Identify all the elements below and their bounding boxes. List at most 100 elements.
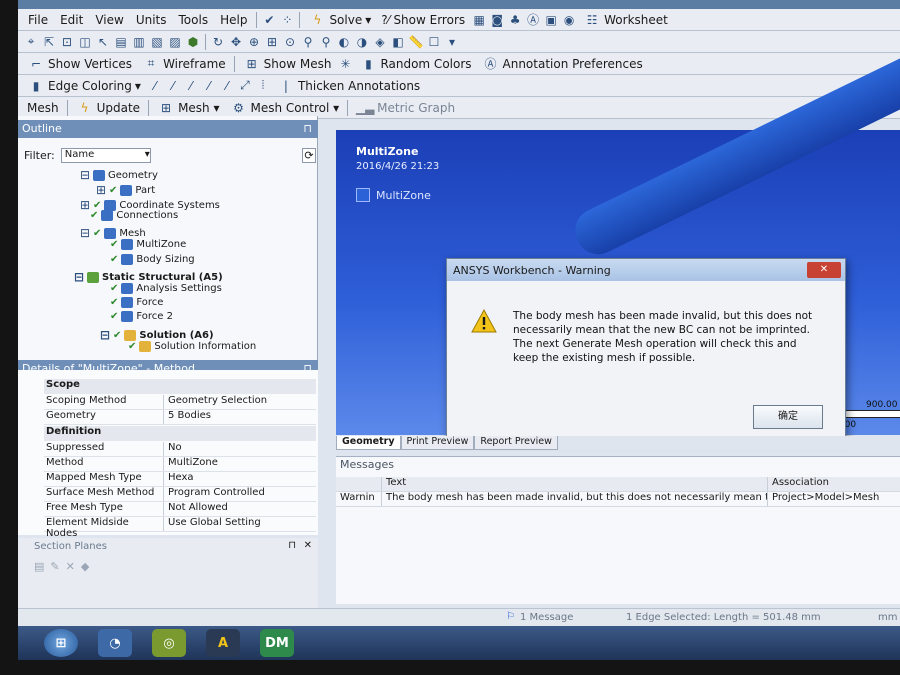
pin-icon[interactable]: ⊓: [303, 120, 312, 138]
tree-item-force[interactable]: ✔ Force: [110, 297, 163, 308]
explode-icon[interactable]: ✳: [336, 55, 354, 73]
zoom-fit-icon[interactable]: ⊙: [281, 33, 299, 51]
mesh-menu-button[interactable]: ⊞ Mesh ▾: [152, 98, 224, 118]
face-select-icon[interactable]: ▥: [130, 33, 148, 51]
zoom-box-icon[interactable]: ⊞: [263, 33, 281, 51]
pointer-icon[interactable]: ↖: [94, 33, 112, 51]
tab-report-preview[interactable]: Report Preview: [474, 436, 558, 450]
taskbar-ansys-icon[interactable]: A: [206, 629, 240, 657]
menu-view[interactable]: View: [89, 13, 129, 27]
window-frame-icon[interactable]: ☐: [425, 33, 443, 51]
annotation-preferences-button[interactable]: Ⓐ Annotation Preferences: [477, 54, 648, 74]
extend-icon[interactable]: ▨: [166, 33, 184, 51]
solve-button[interactable]: ϟ Solve ▾: [303, 10, 376, 30]
taskbar-media-icon[interactable]: ◎: [152, 629, 186, 657]
view-options-icon[interactable]: ◧: [389, 33, 407, 51]
show-plane-icon[interactable]: ◆: [81, 560, 89, 573]
wizard-icon[interactable]: ◉: [560, 11, 578, 29]
mesh-control-button[interactable]: ⚙ Mesh Control ▾: [225, 98, 345, 118]
start-button[interactable]: ⊞: [44, 629, 78, 657]
details-group-definition[interactable]: Definition: [44, 426, 316, 441]
edge-style-4-icon[interactable]: ⁄: [200, 77, 218, 95]
select-point-icon[interactable]: ⌖: [22, 33, 40, 51]
pin-icon[interactable]: ⤢: [236, 77, 254, 95]
worksheet-button[interactable]: ☷ Worksheet: [578, 10, 673, 30]
taskbar-explorer-icon[interactable]: ◔: [98, 629, 132, 657]
window-icon[interactable]: ▣: [542, 11, 560, 29]
menu-file[interactable]: File: [22, 13, 54, 27]
dialog-title-bar[interactable]: ANSYS Workbench - Warning ✕: [447, 259, 845, 281]
status-messages[interactable]: 1 Message: [520, 612, 573, 623]
messages-col-text[interactable]: Text: [382, 477, 768, 491]
edge-select-icon[interactable]: ◫: [76, 33, 94, 51]
thicken-annotations-button[interactable]: | Thicken Annotations: [272, 76, 425, 96]
next-view-icon[interactable]: ◑: [353, 33, 371, 51]
show-errors-button[interactable]: ?⁄ Show Errors: [376, 10, 470, 30]
tab-print-preview[interactable]: Print Preview: [400, 436, 475, 450]
pin-icon[interactable]: ⊓: [288, 540, 296, 551]
filter-refresh-icon[interactable]: ⟳: [302, 147, 316, 163]
edge-style-5-icon[interactable]: ⁄: [218, 77, 236, 95]
details-row-surface-mesh-method[interactable]: Surface Mesh Method Program Controlled: [44, 487, 316, 502]
menu-help[interactable]: Help: [214, 13, 253, 27]
ok-button[interactable]: 确定: [753, 405, 823, 429]
metric-graph-button[interactable]: ▁▃ Metric Graph: [351, 98, 460, 118]
details-group-scope[interactable]: Scope: [44, 379, 316, 394]
details-row-free-mesh-type[interactable]: Free Mesh Type Not Allowed: [44, 502, 316, 517]
show-mesh-button[interactable]: ⊞ Show Mesh: [238, 54, 337, 74]
grid-icon[interactable]: ▦: [470, 11, 488, 29]
node-icon[interactable]: ♣: [506, 11, 524, 29]
tab-geometry[interactable]: Geometry: [336, 436, 401, 450]
details-row-method[interactable]: Method MultiZone: [44, 457, 316, 472]
previous-view-icon[interactable]: ◐: [335, 33, 353, 51]
expand-icon[interactable]: ⊞: [80, 196, 90, 214]
select-mode-icon[interactable]: ⇱: [40, 33, 58, 51]
edge-coloring-button[interactable]: ▮ Edge Coloring ▾: [22, 76, 146, 96]
dropdown-icon[interactable]: ▾: [443, 33, 461, 51]
checkmark-icon[interactable]: ✔: [260, 11, 278, 29]
close-icon[interactable]: ✕: [304, 540, 312, 551]
cube-icon[interactable]: ⬢: [184, 33, 202, 51]
wireframe-button[interactable]: ⌗ Wireframe: [137, 54, 231, 74]
expand-icon[interactable]: ⊟: [74, 268, 84, 286]
tree-item-solution-information[interactable]: ✔ Solution Information: [128, 341, 256, 352]
edge-style-3-icon[interactable]: ⁄: [182, 77, 200, 95]
menu-tools[interactable]: Tools: [173, 13, 215, 27]
body-select-icon[interactable]: ▧: [148, 33, 166, 51]
details-row-mapped-mesh-type[interactable]: Mapped Mesh Type Hexa: [44, 472, 316, 487]
magnify-icon[interactable]: ⚲: [299, 33, 317, 51]
tree-item-force-2[interactable]: ✔ Force 2: [110, 311, 173, 322]
expand-icon[interactable]: ⊟: [80, 166, 90, 184]
ruler-icon[interactable]: 📏: [407, 33, 425, 51]
new-plane-icon[interactable]: ▤: [34, 560, 44, 573]
tree-item-multizone[interactable]: ✔ MultiZone: [110, 239, 186, 250]
scatter-icon[interactable]: ⁘: [278, 11, 296, 29]
details-row-geometry[interactable]: Geometry 5 Bodies: [44, 410, 316, 425]
expand-icon[interactable]: ⊟: [80, 224, 90, 242]
details-row-scoping-method[interactable]: Scoping Method Geometry Selection: [44, 395, 316, 410]
isometric-icon[interactable]: ◈: [371, 33, 389, 51]
pan-icon[interactable]: ✥: [227, 33, 245, 51]
show-vertices-button[interactable]: ⌐ Show Vertices: [22, 54, 137, 74]
box-select-icon[interactable]: ▤: [112, 33, 130, 51]
edge-style-2-icon[interactable]: ⁄: [164, 77, 182, 95]
edit-plane-icon[interactable]: ✎: [50, 560, 59, 573]
details-row-suppressed[interactable]: Suppressed No: [44, 442, 316, 457]
dialog-close-button[interactable]: ✕: [807, 262, 841, 278]
menu-edit[interactable]: Edit: [54, 13, 89, 27]
status-message-icon[interactable]: ⚐: [506, 611, 515, 622]
magnifier-window-icon[interactable]: ⚲: [317, 33, 335, 51]
delete-plane-icon[interactable]: ✕: [66, 560, 75, 573]
edge-style-1-icon[interactable]: ⁄: [146, 77, 164, 95]
filter-select[interactable]: Name ▾: [60, 147, 151, 163]
taskbar-designmodeler-icon[interactable]: DM: [260, 629, 294, 657]
details-row-element-midside-nodes[interactable]: Element Midside Nodes Use Global Setting: [44, 517, 316, 539]
bars-icon[interactable]: ⦙: [254, 77, 272, 95]
tree-item-body-sizing[interactable]: ✔ Body Sizing: [110, 254, 195, 265]
zoom-icon[interactable]: ⊕: [245, 33, 263, 51]
messages-col-association[interactable]: Association: [768, 477, 900, 491]
update-button[interactable]: ϟ Update: [71, 98, 145, 118]
random-colors-button[interactable]: ▮ Random Colors: [354, 54, 476, 74]
tree-item-analysis-settings[interactable]: ✔ Analysis Settings: [110, 283, 222, 294]
menu-units[interactable]: Units: [130, 13, 173, 27]
